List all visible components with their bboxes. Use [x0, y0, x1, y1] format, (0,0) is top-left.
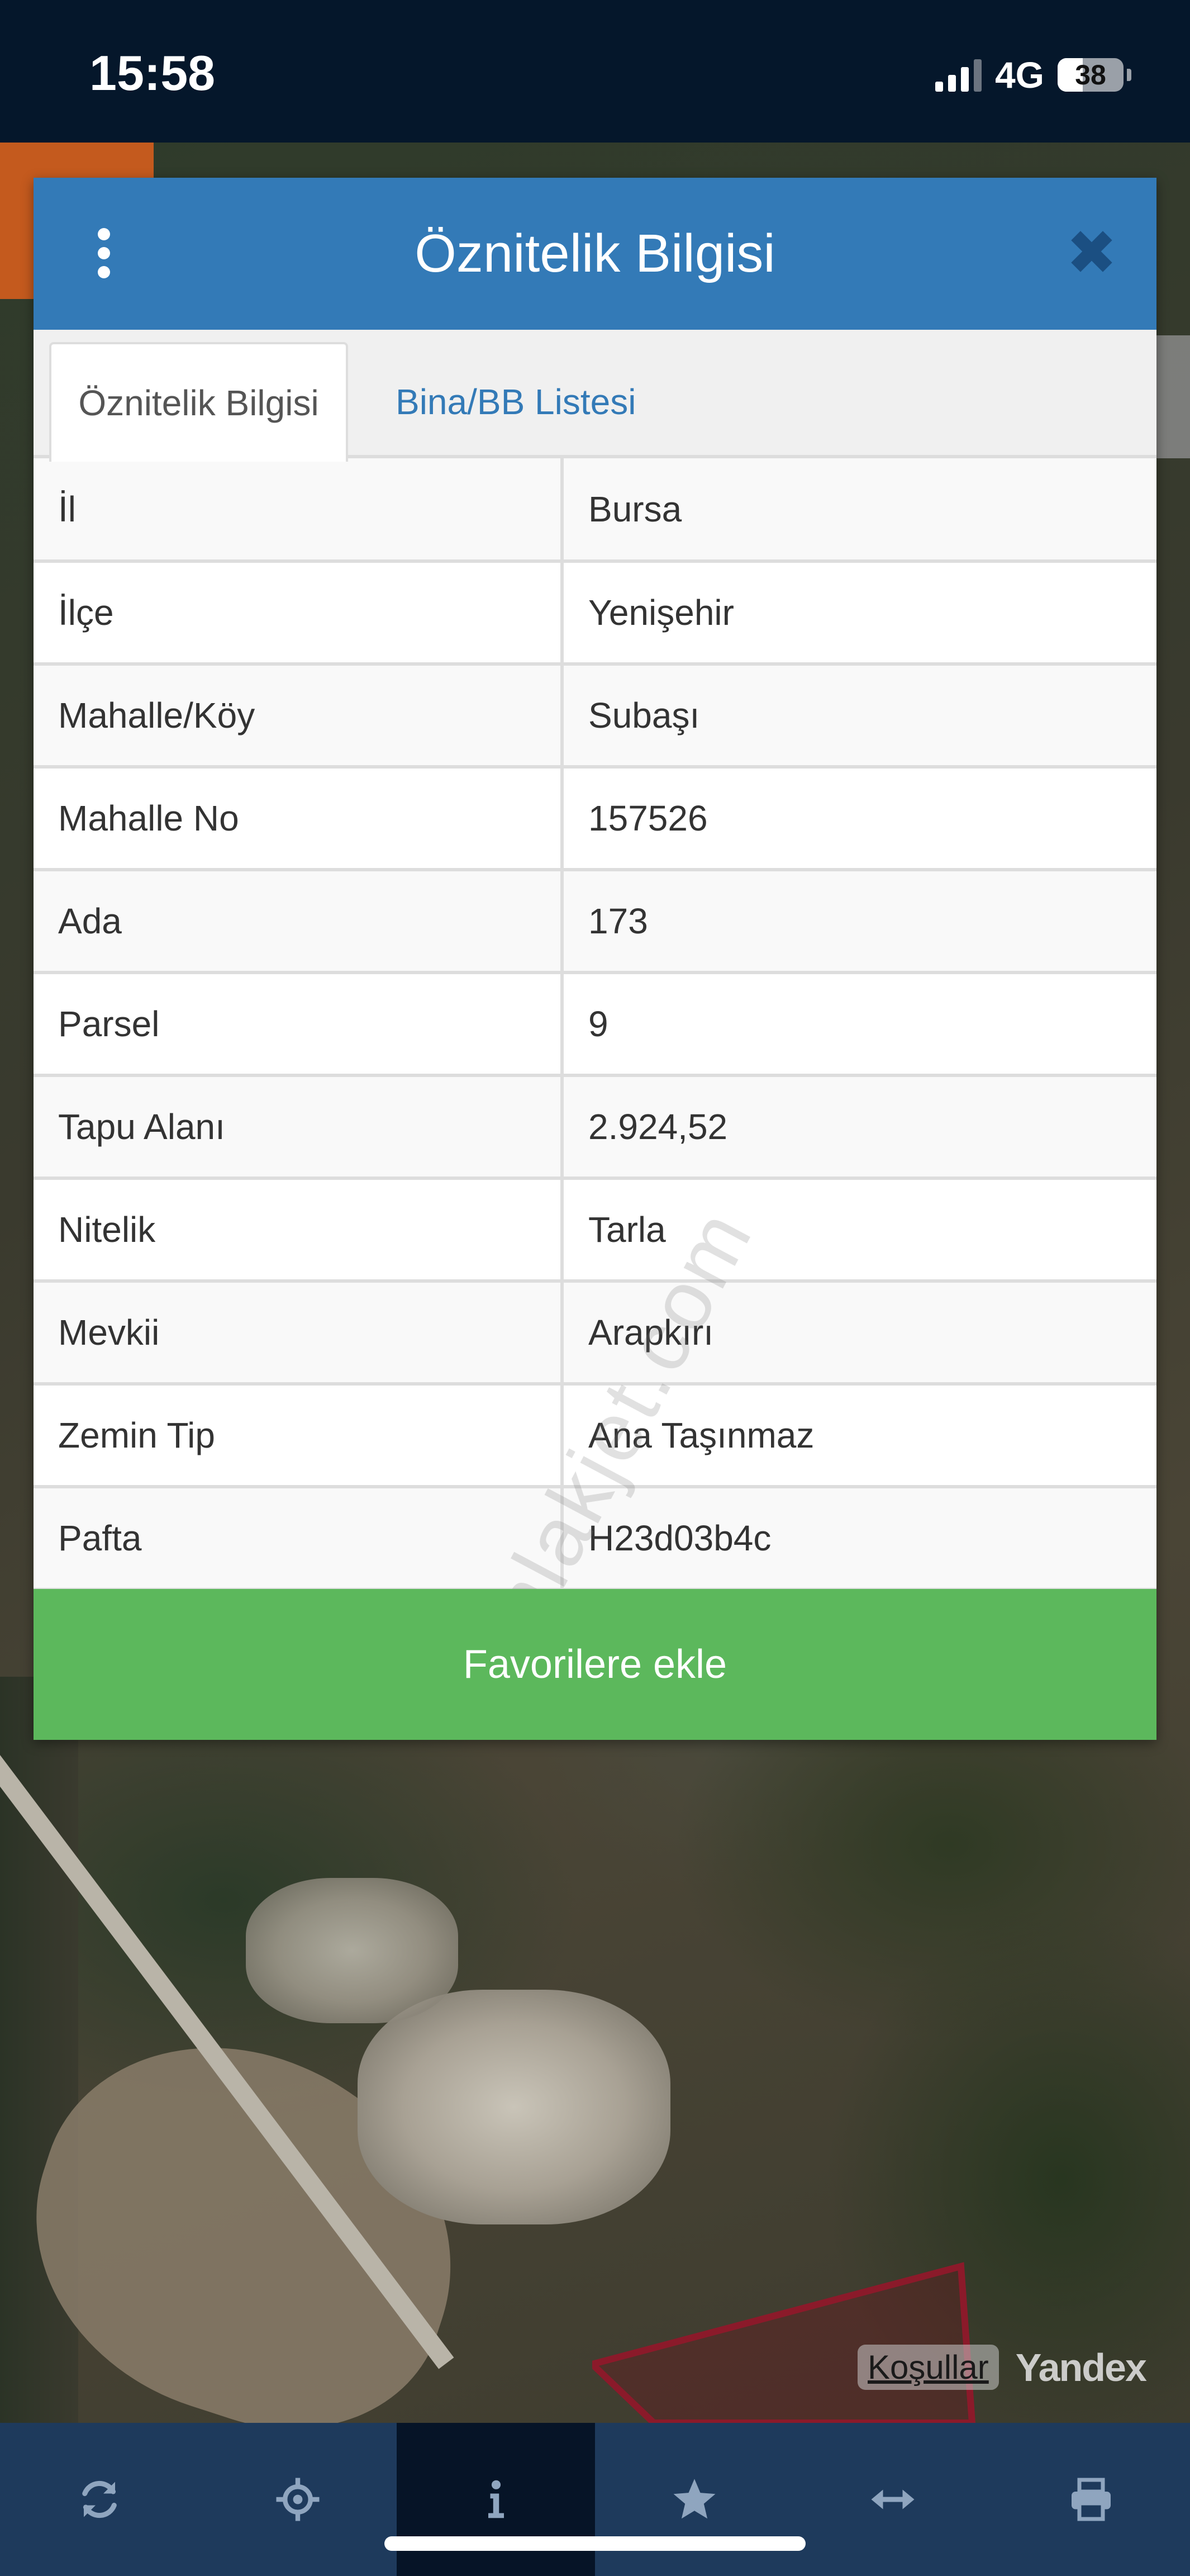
locate-icon: [276, 2478, 319, 2521]
attribute-value: Subaşı: [562, 664, 1156, 768]
kebab-menu-icon[interactable]: [98, 228, 110, 278]
refresh-icon: [82, 2480, 117, 2518]
add-to-favorites-button[interactable]: Favorilere ekle: [34, 1589, 1156, 1740]
tab-building-list[interactable]: Bina/BB Listesi: [369, 342, 663, 462]
table-row: Nitelik Tarla: [34, 1178, 1156, 1283]
battery-percent: 38: [1075, 59, 1106, 91]
yandex-logo: Yandex: [1015, 2345, 1147, 2389]
table-row: Pafta H23d03b4c: [34, 1487, 1156, 1591]
tab-attribute-info[interactable]: Öznitelik Bilgisi: [49, 342, 348, 462]
measure-icon: [871, 2489, 914, 2509]
terms-link[interactable]: Koşullar: [858, 2345, 999, 2390]
map-scroll-edge: [1156, 335, 1190, 458]
attribute-label: Mahalle/Köy: [34, 664, 564, 768]
attribute-value: Tarla: [562, 1178, 1156, 1283]
attribute-label: Tapu Alanı: [34, 1075, 564, 1180]
attribute-table: İl Bursa İlçe Yenişehir Mahalle/Köy Subaşı Mah…: [34, 458, 1156, 1591]
attribute-label: Mahalle No: [34, 767, 564, 871]
table-row: Parsel 9: [34, 972, 1156, 1077]
table-row: Mevkii Arapkırı: [34, 1281, 1156, 1386]
table-row: Ada 173: [34, 870, 1156, 974]
attribute-label: Zemin Tip: [34, 1384, 564, 1488]
attribute-value: 157526: [562, 767, 1156, 871]
signal-icon: [935, 58, 982, 92]
attribute-value: Ana Taşınmaz: [562, 1384, 1156, 1488]
map-quarry: [358, 1990, 670, 2224]
print-button[interactable]: [992, 2423, 1190, 2576]
attribute-panel: Öznitelik Bilgisi ✖ Öznitelik Bilgisi Bi…: [34, 178, 1156, 1740]
bottom-toolbar: [0, 2423, 1190, 2576]
favorites-button[interactable]: [595, 2423, 793, 2576]
attribute-value: 2.924,52: [562, 1075, 1156, 1180]
attribute-value: Arapkırı: [562, 1281, 1156, 1386]
status-bar: 15:58 4G 38: [0, 0, 1190, 143]
star-icon: [673, 2479, 715, 2519]
attribute-label: Parsel: [34, 972, 564, 1077]
panel-title: Öznitelik Bilgisi: [415, 224, 775, 283]
panel-header: Öznitelik Bilgisi ✖: [34, 178, 1156, 330]
attribute-value: H23d03b4c: [562, 1487, 1156, 1591]
attribute-label: Mevkii: [34, 1281, 564, 1386]
battery-tip: [1127, 69, 1131, 81]
tab-bar: Öznitelik Bilgisi Bina/BB Listesi: [34, 330, 1156, 462]
attribute-label: İl: [34, 458, 564, 563]
status-indicators: 4G 38: [935, 54, 1131, 96]
refresh-button[interactable]: [0, 2423, 198, 2576]
clock: 15:58: [89, 45, 216, 101]
print-icon: [1071, 2478, 1111, 2521]
attribute-label: İlçe: [34, 561, 564, 666]
attribute-value: 173: [562, 870, 1156, 974]
attribute-value: 9: [562, 972, 1156, 1077]
network-type: 4G: [994, 54, 1044, 96]
info-button[interactable]: [397, 2423, 595, 2576]
table-row: Mahalle No 157526: [34, 767, 1156, 871]
table-row: İlçe Yenişehir: [34, 561, 1156, 666]
attribute-value: Bursa: [562, 458, 1156, 563]
table-row: Zemin Tip Ana Taşınmaz: [34, 1384, 1156, 1488]
info-icon: [488, 2480, 504, 2518]
parcel-outline[interactable]: [592, 2261, 983, 2423]
attribute-label: Pafta: [34, 1487, 564, 1591]
measure-button[interactable]: [793, 2423, 992, 2576]
map-attribution: Koşullar Yandex: [858, 2345, 1147, 2390]
locate-button[interactable]: [198, 2423, 397, 2576]
attribute-label: Nitelik: [34, 1178, 564, 1283]
attribute-value: Yenişehir: [562, 561, 1156, 666]
table-row: Tapu Alanı 2.924,52: [34, 1075, 1156, 1180]
map-buildings: [246, 1878, 458, 2023]
attribute-label: Ada: [34, 870, 564, 974]
close-icon[interactable]: ✖: [1066, 222, 1117, 284]
table-row: İl Bursa: [34, 458, 1156, 563]
table-row: Mahalle/Köy Subaşı: [34, 664, 1156, 768]
home-indicator[interactable]: [384, 2536, 806, 2551]
battery-icon: 38: [1058, 58, 1124, 92]
